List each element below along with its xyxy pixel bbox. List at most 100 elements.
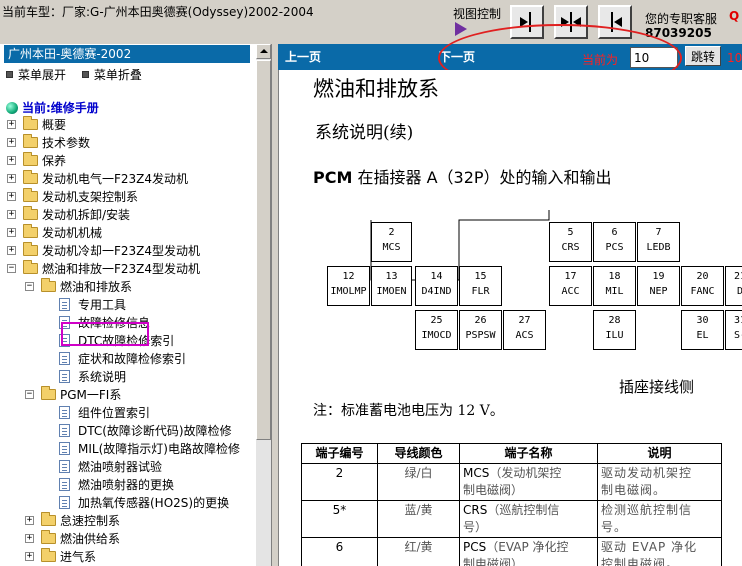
pin-number: 2 bbox=[301, 463, 378, 501]
document-icon bbox=[59, 406, 70, 419]
wire-color: 绿/白 bbox=[377, 463, 460, 501]
vehicle-label: 当前车型：厂家:G-广州本田奥德赛(Odyssey)2002-2004 bbox=[2, 5, 314, 19]
expand-plus-icon[interactable]: + bbox=[25, 552, 34, 561]
folder-icon bbox=[41, 530, 56, 544]
document-icon bbox=[59, 496, 70, 509]
support-label: 您的专职客服 bbox=[645, 12, 718, 26]
document-icon bbox=[59, 460, 70, 473]
jump-button[interactable]: 跳转 bbox=[685, 46, 721, 66]
tree-item-idle-control[interactable]: + 怠速控制系 bbox=[25, 512, 245, 530]
connector-pin: 30 EL bbox=[681, 310, 724, 350]
expand-plus-icon[interactable]: + bbox=[7, 120, 16, 129]
folder-icon bbox=[23, 206, 38, 220]
tree-item-fuel-emissions[interactable]: − 燃油和排放一F23Z4型发动机 bbox=[7, 260, 247, 278]
tree-item-fuel-emission-system[interactable]: − 燃油和排放系 bbox=[25, 278, 245, 296]
collapse-minus-icon[interactable]: − bbox=[25, 390, 34, 399]
sidebar-tree: 广州本田-奥德赛-2002 菜单展开 菜单折叠 当前:维修手册 + 概要 + 技术参… bbox=[0, 44, 272, 566]
scroll-up-button[interactable] bbox=[256, 44, 271, 59]
terminal-description: 检测巡航控制信 号。 bbox=[597, 500, 722, 538]
terminal-name: PCS（EVAP 净化控 制电磁阀） bbox=[459, 537, 598, 566]
battery-note: 注：标准蓄电池电压为 12 V。 bbox=[313, 403, 504, 419]
tree-root-current[interactable]: 当前:维修手册 bbox=[6, 99, 99, 116]
connector-pin: 13 IMOEN bbox=[371, 266, 412, 306]
expand-plus-icon[interactable]: + bbox=[7, 210, 16, 219]
expand-plus-icon[interactable]: + bbox=[7, 228, 16, 237]
expand-plus-icon[interactable]: + bbox=[7, 174, 16, 183]
connector-pin: 17 ACC bbox=[549, 266, 592, 306]
tree-item-engine-cooling[interactable]: + 发动机冷却一F23Z4型发动机 bbox=[7, 242, 247, 260]
connector-pin: 28 ILU bbox=[593, 310, 636, 350]
document-icon bbox=[59, 352, 70, 365]
expand-plus-icon[interactable]: + bbox=[25, 516, 34, 525]
connector-pin: 7 LEDB bbox=[637, 222, 680, 262]
folder-icon bbox=[23, 224, 38, 238]
document-icon bbox=[59, 478, 70, 491]
tree-item-maintenance[interactable]: + 保养 bbox=[7, 152, 247, 170]
collapse-all-button[interactable]: 菜单折叠 bbox=[81, 68, 142, 82]
folder-icon bbox=[23, 242, 38, 256]
tree-item-intake[interactable]: + 进气系 bbox=[25, 548, 245, 566]
tree-item-engine-removal[interactable]: + 发动机拆卸/安装 bbox=[7, 206, 247, 224]
tree-item-injector-replacement[interactable]: 燃油喷射器的更换 bbox=[59, 476, 249, 494]
column-header: 端子名称 bbox=[459, 443, 598, 464]
collapse-minus-icon[interactable]: − bbox=[7, 264, 16, 273]
tree-item-engine-mechanical[interactable]: + 发动机机械 bbox=[7, 224, 247, 242]
table-row: 5* 蓝/黄 CRS（巡航控制信 号） 检测巡航控制信 号。 bbox=[301, 500, 722, 538]
folder-icon bbox=[23, 134, 38, 148]
connector-pin: 2 MCS bbox=[371, 222, 412, 262]
terminal-description: 驱动发动机架控 制电磁阀。 bbox=[597, 463, 722, 501]
folder-icon bbox=[23, 152, 38, 166]
scrollbar-thumb[interactable] bbox=[256, 60, 271, 440]
tree-item-ho2s-replacement[interactable]: 加热氧传感器(HO2S)的更换 bbox=[59, 494, 254, 512]
document-icon bbox=[59, 370, 70, 383]
connector-pin: 5 CRS bbox=[549, 222, 592, 262]
selected-item-highlight bbox=[61, 322, 149, 346]
folder-open-icon bbox=[23, 260, 38, 274]
tree-title: 广州本田-奥德赛-2002 bbox=[4, 45, 250, 63]
view-control-label: 视图控制 bbox=[453, 7, 502, 21]
terminal-name: MCS（发动机架控 制电磁阀） bbox=[459, 463, 598, 501]
folder-icon bbox=[23, 188, 38, 202]
connector-pin: 26 PSPSW bbox=[459, 310, 502, 350]
tree-item-component-location[interactable]: 组件位置索引 bbox=[59, 404, 249, 422]
tree-item-system-description[interactable]: 系统说明 bbox=[59, 368, 249, 386]
connector-pin: 14 D4IND bbox=[415, 266, 458, 306]
square-icon bbox=[81, 71, 89, 78]
column-header: 导线颜色 bbox=[377, 443, 460, 464]
tree-item-fuel-supply[interactable]: + 燃油供给系 bbox=[25, 530, 245, 548]
expand-plus-icon[interactable]: + bbox=[7, 192, 16, 201]
column-header: 说明 bbox=[597, 443, 722, 464]
collapse-minus-icon[interactable]: − bbox=[25, 282, 34, 291]
tree-item-special-tools[interactable]: 专用工具 bbox=[59, 296, 249, 314]
tree-item-symptom-index[interactable]: 症状和故障检修索引 bbox=[59, 350, 249, 368]
tree-item-engine-electrical[interactable]: + 发动机电气一F23Z4发动机 bbox=[7, 170, 247, 188]
folder-icon bbox=[41, 548, 56, 562]
tree-item-specs[interactable]: + 技术参数 bbox=[7, 134, 247, 152]
tree-item-pgm-fi[interactable]: − PGM一FI系 bbox=[25, 386, 245, 404]
pin-table: 端子编号 导线颜色 端子名称 说明 2 绿/白 MCS（发动机架控 制电磁阀） 驱… bbox=[301, 443, 722, 566]
tree-item-dtc-troubleshooting[interactable]: DTC(故障诊断代码)故障检修 bbox=[59, 422, 254, 440]
tree-item-mil-circuit[interactable]: MIL(故障指示灯)电路故障检修 bbox=[59, 440, 254, 458]
connector-pin: 15 FLR bbox=[459, 266, 502, 306]
expand-plus-icon[interactable]: + bbox=[7, 156, 16, 165]
menu-controls: 菜单展开 菜单折叠 bbox=[6, 66, 142, 83]
tree-item-engine-mount[interactable]: + 发动机支架控制系 bbox=[7, 188, 247, 206]
folder-open-icon bbox=[41, 278, 56, 292]
table-header-row: 端子编号 导线颜色 端子名称 说明 bbox=[301, 443, 722, 464]
connector-pin: 20 FANC bbox=[681, 266, 724, 306]
expand-all-button[interactable]: 菜单展开 bbox=[6, 68, 66, 82]
expand-plus-icon[interactable]: + bbox=[25, 534, 34, 543]
prev-page-link[interactable]: 上一页 bbox=[285, 48, 321, 65]
expand-plus-icon[interactable]: + bbox=[7, 246, 16, 255]
expand-plus-icon[interactable]: + bbox=[7, 138, 16, 147]
connector-pin: 21D bbox=[725, 266, 742, 306]
tree-item-injector-test[interactable]: 燃油喷射器试验 bbox=[59, 458, 249, 476]
pin-number: 6 bbox=[301, 537, 378, 566]
wire-color: 蓝/黄 bbox=[377, 500, 460, 538]
wire-color: 红/黄 bbox=[377, 537, 460, 566]
square-icon bbox=[6, 71, 13, 78]
connector-pin: 25 IMOCD bbox=[415, 310, 458, 350]
support-qq-label: Q bbox=[729, 9, 740, 23]
folder-icon bbox=[23, 116, 38, 130]
tree-item-overview[interactable]: + 概要 bbox=[7, 116, 247, 134]
